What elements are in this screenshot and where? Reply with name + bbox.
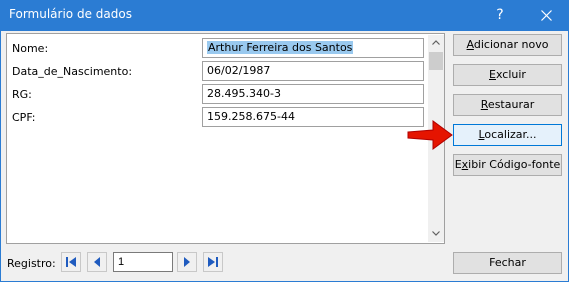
window-title: Formulário de dados xyxy=(9,7,132,21)
fechar-button[interactable]: Fechar xyxy=(453,252,562,274)
previous-record-icon xyxy=(94,257,100,267)
adicionar-novo-button[interactable]: Adicionar novo xyxy=(453,34,562,56)
help-icon: ? xyxy=(496,7,504,23)
field-label-rg: RG: xyxy=(12,88,32,101)
record-number-input[interactable] xyxy=(113,252,173,272)
field-input-rg[interactable]: 28.495.340-3 xyxy=(202,84,424,104)
next-record-button[interactable] xyxy=(177,252,197,272)
field-label-cpf: CPF: xyxy=(12,111,36,124)
next-record-icon xyxy=(184,257,190,267)
field-input-data-nascimento[interactable]: 06/02/1987 xyxy=(202,61,424,81)
excluir-button[interactable]: Excluir xyxy=(453,64,562,86)
first-record-icon xyxy=(66,257,76,267)
close-icon xyxy=(540,10,552,21)
previous-record-button[interactable] xyxy=(87,252,107,272)
last-record-button[interactable] xyxy=(203,252,223,272)
restaurar-button[interactable]: Restaurar xyxy=(453,94,562,116)
field-label-nome: Nome: xyxy=(12,42,49,55)
registro-label: Registro: xyxy=(7,257,56,270)
localizar-button[interactable]: Localizar... xyxy=(453,124,562,146)
scroll-up-icon[interactable] xyxy=(428,35,444,51)
field-input-cpf[interactable]: 159.258.675-44 xyxy=(202,107,424,127)
data-form-dialog: Formulário de dados ? Nome: Arthur Ferre… xyxy=(0,0,569,282)
scroll-down-icon[interactable] xyxy=(428,226,444,242)
title-bar[interactable]: Formulário de dados ? xyxy=(1,1,568,31)
last-record-icon xyxy=(208,257,218,267)
field-input-nome[interactable]: Arthur Ferreira dos Santos xyxy=(202,38,424,58)
red-pointer-arrow xyxy=(407,120,453,150)
close-button[interactable] xyxy=(529,1,563,31)
first-record-button[interactable] xyxy=(61,252,81,272)
field-label-data-nascimento: Data_de_Nascimento: xyxy=(12,65,133,78)
selected-text: Arthur Ferreira dos Santos xyxy=(207,41,354,54)
scroll-thumb[interactable] xyxy=(429,52,443,70)
form-fields-panel: Nome: Arthur Ferreira dos Santos Data_de… xyxy=(6,33,445,244)
help-button[interactable]: ? xyxy=(483,1,517,31)
exibir-codigo-fonte-button[interactable]: Exibir Código-fonte xyxy=(453,154,562,176)
